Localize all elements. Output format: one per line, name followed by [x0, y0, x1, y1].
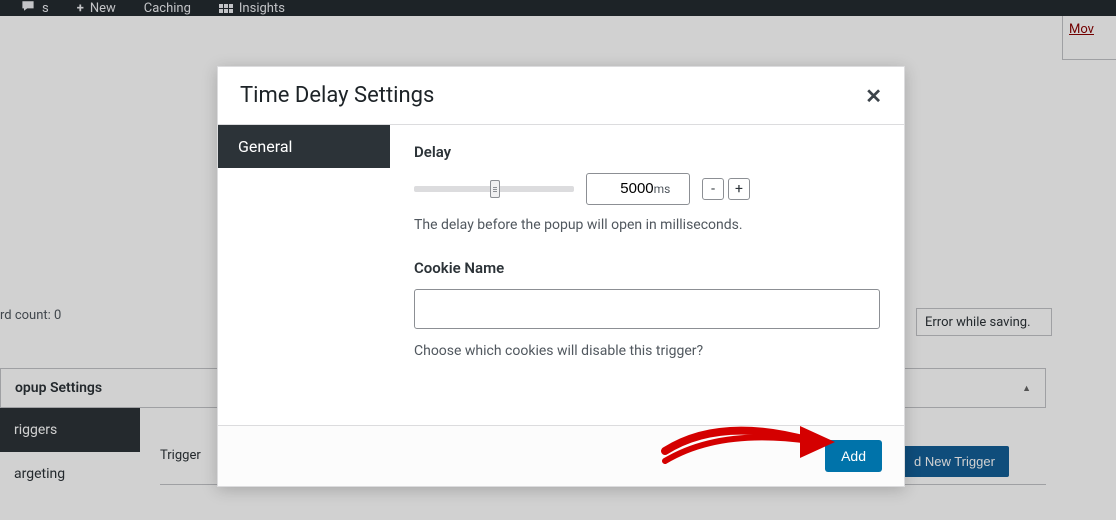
delay-input[interactable] [606, 180, 654, 197]
delay-slider[interactable] [414, 180, 574, 198]
decrement-button[interactable]: - [702, 178, 724, 200]
toolbar-label: s [42, 1, 49, 16]
toolbar-label: Insights [239, 1, 285, 16]
modal-title: Time Delay Settings [240, 83, 434, 108]
add-button[interactable]: Add [825, 440, 882, 472]
delay-help-text: The delay before the popup will open in … [414, 217, 880, 233]
toolbar-label: Caching [144, 1, 191, 16]
delay-unit: ms [654, 182, 671, 196]
cookie-help-text: Choose which cookies will disable this t… [414, 343, 880, 359]
increment-button[interactable]: + [728, 178, 750, 200]
close-icon[interactable]: ✕ [865, 84, 882, 108]
grid-icon [219, 4, 233, 13]
toolbar-label: New [90, 1, 116, 16]
toolbar-item-caching[interactable]: Caching [144, 1, 191, 16]
toolbar-item-new[interactable]: + New [77, 1, 116, 16]
cookie-name-input[interactable] [414, 289, 880, 329]
plus-icon: + [77, 1, 84, 16]
page: Mov rd count: 0 Error while saving. opup… [0, 16, 1116, 520]
toolbar-item-insights[interactable]: Insights [219, 1, 285, 16]
modal-tab-general[interactable]: General [218, 125, 390, 168]
delay-input-wrap: ms [586, 173, 690, 205]
modal-tabs: General [218, 125, 390, 425]
time-delay-settings-modal: Time Delay Settings ✕ General Delay [217, 66, 905, 487]
admin-toolbar: s + New Caching Insights [0, 0, 1116, 16]
cookie-name-label: Cookie Name [414, 259, 880, 277]
slider-thumb[interactable] [490, 180, 500, 198]
delay-stepper: - + [702, 178, 750, 200]
delay-label: Delay [414, 143, 880, 161]
